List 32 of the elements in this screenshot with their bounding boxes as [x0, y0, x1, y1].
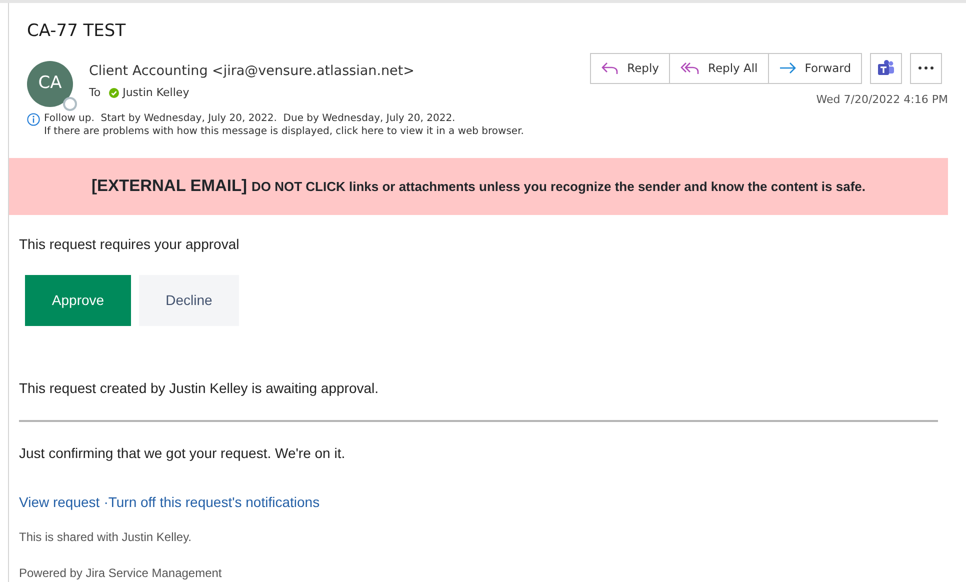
- forward-icon: [778, 62, 797, 74]
- notifications-link[interactable]: ·Turn off this request's notifications: [104, 492, 320, 514]
- presence-icon: [63, 96, 77, 110]
- approval-prompt: This request requires your approval: [19, 235, 240, 254]
- browser-notice[interactable]: If there are problems with how this message is displayed, click here to view it in a web browser.: [44, 125, 524, 138]
- more-icon: [918, 66, 934, 70]
- forward-button[interactable]: Forward: [768, 52, 862, 84]
- view-request-link[interactable]: View request: [19, 492, 100, 514]
- reply-all-button[interactable]: Reply All: [670, 52, 769, 84]
- check-icon: [108, 88, 119, 98]
- confirmation-text: Just confirming that we got your request. We're on it.: [19, 444, 346, 464]
- banner-message: DO NOT CLICK links or attachments unless you recognize the sender and know the content is safe.: [251, 179, 866, 194]
- approve-button[interactable]: Approve: [25, 275, 131, 326]
- teams-icon: [877, 59, 895, 77]
- shared-text: This is shared with Justin Kelley.: [19, 529, 193, 546]
- decline-button[interactable]: Decline: [139, 275, 239, 326]
- status-text: This request created by Justin Kelley is awaiting approval.: [19, 379, 380, 398]
- teams-button[interactable]: [870, 52, 902, 84]
- reply-icon: [601, 61, 620, 76]
- reply-button[interactable]: Reply: [590, 52, 670, 84]
- avatar-initials: CA: [38, 72, 62, 95]
- sender-name: Client Accounting <jira@vensure.atlassian.net>: [89, 62, 414, 80]
- recipient-name[interactable]: Justin Kelley: [122, 84, 190, 102]
- more-button[interactable]: [910, 52, 942, 84]
- follow-up-text: Follow up. Start by Wednesday, July 20, 2022. Due by Wednesday, July 20, 2022.: [44, 112, 456, 126]
- reply-all-icon: [680, 61, 700, 76]
- powered-by-text: Powered by Jira Service Management: [19, 565, 223, 582]
- to-label: To: [89, 84, 101, 101]
- info-icon: [27, 113, 40, 126]
- received-date: Wed 7/20/2022 4:16 PM: [816, 92, 948, 108]
- banner-tag: [EXTERNAL EMAIL]: [92, 177, 248, 196]
- email-subject: CA-77 TEST: [27, 20, 127, 43]
